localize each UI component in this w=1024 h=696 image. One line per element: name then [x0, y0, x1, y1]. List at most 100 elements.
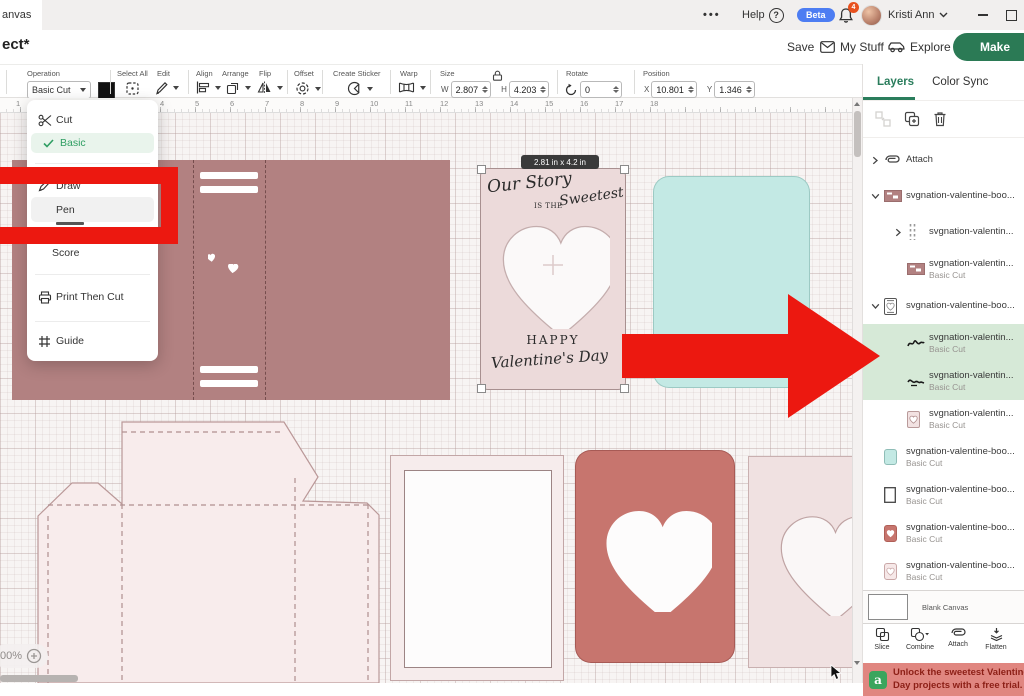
our-story-card[interactable]: Our Story IS THE Sweetest HAPPY Valentin… — [480, 168, 626, 390]
chevron-down-icon — [939, 12, 948, 18]
chevron-right-icon[interactable] — [871, 156, 884, 165]
slot-cutout — [200, 186, 258, 193]
minimize-button[interactable] — [978, 0, 988, 30]
explore-button[interactable]: Explore — [888, 30, 951, 64]
stepper-icon[interactable] — [540, 86, 546, 93]
user-name: Kristi Ann — [888, 9, 934, 21]
blank-canvas-thumbnail — [868, 594, 908, 620]
flatten-button[interactable]: Flatten — [977, 627, 1015, 651]
horizontal-scrollbar[interactable] — [0, 675, 78, 682]
duplicate-icon[interactable] — [904, 111, 920, 127]
flip-button[interactable] — [257, 81, 283, 94]
scroll-down-icon[interactable] — [854, 661, 860, 665]
menu-item-print-then-cut[interactable]: Print Then Cut — [27, 287, 158, 307]
pink-heart-card-shape[interactable] — [748, 456, 862, 668]
warp-button[interactable] — [398, 81, 426, 94]
align-button[interactable] — [196, 81, 221, 94]
user-avatar[interactable] — [861, 0, 882, 30]
tab-color-sync[interactable]: Color Sync — [932, 76, 988, 88]
attach-button[interactable]: Attach — [939, 627, 977, 648]
layer-operation-label: Basic Cut — [929, 382, 1014, 393]
layer-row[interactable]: svgnation-valentin...Basic Cut — [863, 400, 1024, 438]
menu-item-score[interactable]: Score — [27, 244, 158, 262]
tab-canvas[interactable]: anvas — [0, 0, 42, 30]
scroll-up-icon[interactable] — [854, 102, 860, 106]
stepper-icon[interactable] — [482, 86, 488, 93]
menu-item-guide[interactable]: Guide — [27, 331, 158, 351]
layer-operation-label: Basic Cut — [906, 458, 1015, 469]
layer-row[interactable]: svgnation-valentine-boo...Basic Cut — [863, 552, 1024, 590]
zoom-in-icon[interactable] — [26, 648, 42, 664]
x-field[interactable]: 10.801 — [651, 81, 697, 98]
thumb-pink-heart-card-icon — [907, 411, 929, 428]
operation-select[interactable]: Basic Cut — [27, 81, 91, 99]
layer-row[interactable]: Attach — [863, 142, 1024, 178]
offset-button[interactable] — [295, 81, 321, 96]
combine-button[interactable]: Combine — [901, 627, 939, 651]
scrollbar-thumb[interactable] — [854, 111, 861, 157]
rose-heart-card-shape[interactable] — [575, 450, 735, 663]
more-options-button[interactable]: ••• — [703, 0, 721, 30]
size-label: Size — [440, 69, 455, 78]
layer-label: svgnation-valentine-boo... — [906, 560, 1015, 572]
user-menu[interactable]: Kristi Ann — [888, 0, 948, 30]
make-button[interactable]: Make — [953, 33, 1024, 61]
dotted-lines-icon — [907, 223, 929, 241]
stepper-icon[interactable] — [613, 86, 619, 93]
box-template-shape[interactable] — [30, 418, 386, 683]
operation-label: Operation — [27, 69, 60, 78]
selection-handle[interactable] — [477, 165, 486, 174]
teal-card-shape[interactable] — [653, 176, 810, 388]
layer-operation-label: Basic Cut — [929, 420, 1014, 431]
y-field[interactable]: 1.346 — [714, 81, 755, 98]
lock-icon[interactable] — [492, 70, 503, 81]
layer-row[interactable]: svgnation-valentin... — [863, 214, 1024, 250]
layer-row[interactable]: svgnation-valentin...Basic Cut — [863, 324, 1024, 362]
menu-item-cut[interactable]: Cut — [27, 110, 158, 130]
selection-handle[interactable] — [477, 384, 486, 393]
height-field[interactable]: 4.203 — [509, 81, 550, 98]
selection-handle[interactable] — [620, 384, 629, 393]
layer-row[interactable]: svgnation-valentine-boo...Basic Cut — [863, 476, 1024, 514]
ruler-number: 4 — [160, 99, 164, 108]
width-label: W — [441, 85, 449, 94]
help-button[interactable]: Help ? — [742, 0, 784, 30]
layer-row[interactable]: svgnation-valentine-boo...Basic Cut — [863, 514, 1024, 552]
menu-item-basic[interactable]: Basic — [31, 133, 154, 153]
slice-button[interactable]: Slice — [863, 627, 901, 651]
trash-icon[interactable] — [933, 111, 947, 127]
layer-row[interactable]: svgnation-valentine-boo... — [863, 288, 1024, 324]
save-button[interactable]: Save — [787, 30, 814, 64]
chevron-down-icon[interactable] — [871, 192, 884, 200]
chevron-right-icon[interactable] — [894, 228, 907, 237]
notifications-button[interactable]: 4 — [838, 0, 854, 30]
blank-canvas-row[interactable]: Blank Canvas — [863, 590, 1024, 624]
color-swatch[interactable] — [98, 82, 115, 99]
select-all-button[interactable] — [125, 81, 140, 96]
align-icon — [196, 81, 210, 94]
layer-row[interactable]: svgnation-valentine-boo... — [863, 178, 1024, 214]
vertical-scrollbar[interactable] — [852, 98, 862, 683]
selection-handle[interactable] — [620, 165, 629, 174]
maximize-button[interactable] — [1006, 0, 1017, 30]
access-upsell-banner[interactable]: a Unlock the sweetest Valentine Day proj… — [863, 663, 1024, 696]
zoom-control[interactable]: 00% — [0, 644, 48, 668]
my-stuff-button[interactable]: My Stuff — [820, 30, 884, 64]
layer-row[interactable]: svgnation-valentin...Basic Cut — [863, 362, 1024, 400]
width-field[interactable]: 2.807 — [451, 81, 492, 98]
rotate-field[interactable]: 0 — [580, 81, 622, 98]
edit-button[interactable] — [155, 81, 179, 95]
printer-icon — [37, 291, 52, 304]
frame-card-shape[interactable] — [390, 455, 564, 681]
layer-row[interactable]: svgnation-valentine-boo...Basic Cut — [863, 438, 1024, 476]
arrange-button[interactable] — [226, 81, 251, 95]
card-text: HAPPY — [481, 333, 625, 347]
stepper-icon[interactable] — [688, 86, 694, 93]
stepper-icon[interactable] — [746, 86, 752, 93]
layer-label: svgnation-valentin... — [929, 408, 1014, 420]
layer-row[interactable]: svgnation-valentin...Basic Cut — [863, 250, 1024, 288]
tab-layers[interactable]: Layers — [877, 76, 914, 88]
create-sticker-button[interactable] — [347, 81, 373, 96]
chevron-down-icon[interactable] — [871, 302, 884, 310]
rotate-icon[interactable] — [564, 83, 578, 97]
